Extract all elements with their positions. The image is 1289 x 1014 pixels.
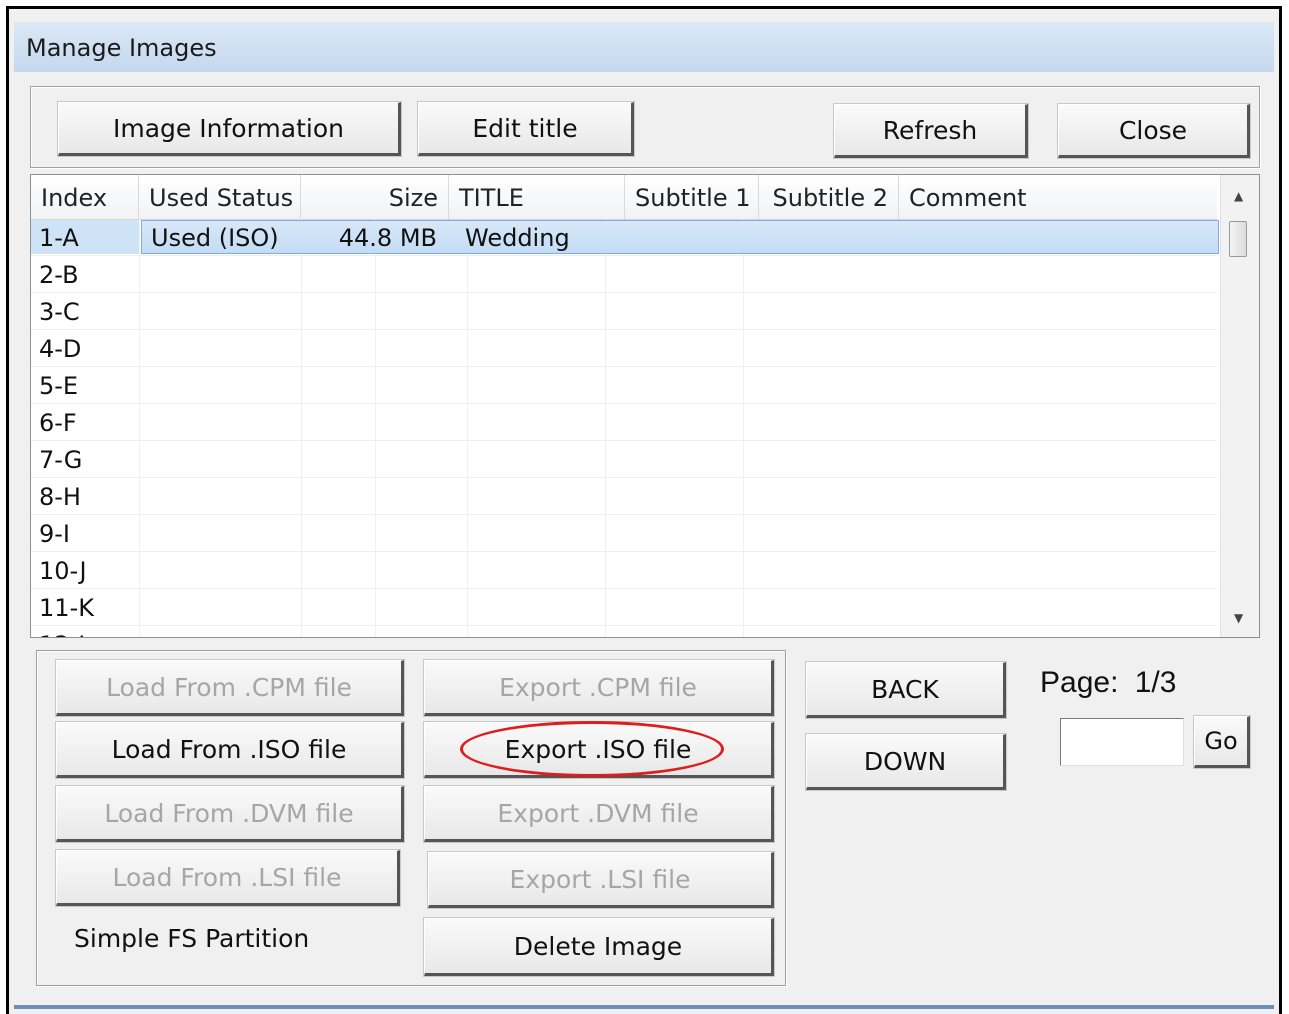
col-used-status[interactable]: Used Status <box>139 175 301 219</box>
table-row[interactable]: 4-D <box>31 330 1217 367</box>
table-row[interactable]: 6-F <box>31 404 1217 441</box>
go-button[interactable]: Go <box>1193 715 1251 769</box>
table-row[interactable]: 11-K <box>31 589 1217 626</box>
cell-size <box>301 404 437 440</box>
cell-size: 44.8 MB <box>338 224 437 252</box>
export-dvm-button[interactable]: Export .DVM file <box>423 785 775 843</box>
cell-size <box>301 626 437 637</box>
refresh-label: Refresh <box>882 115 978 145</box>
back-label: BACK <box>871 674 939 704</box>
partition-label: Simple FS Partition <box>74 924 310 953</box>
cell-index: 4-D <box>39 335 82 363</box>
export-lsi-button[interactable]: Export .LSI file <box>427 851 775 909</box>
refresh-button[interactable]: Refresh <box>833 103 1029 159</box>
cell-index: 12-L <box>39 626 92 637</box>
image-information-button[interactable]: Image Information <box>57 101 402 157</box>
table-row[interactable]: 8-H <box>31 478 1217 515</box>
delete-image-button[interactable]: Delete Image <box>423 917 775 977</box>
export-cpm-label: Export .CPM file <box>499 672 697 702</box>
export-lsi-label: Export .LSI file <box>509 864 691 894</box>
load-iso-label: Load From .ISO file <box>111 734 347 764</box>
cell-index: 11-K <box>39 594 94 622</box>
vertical-scrollbar[interactable]: ▲ ▼ <box>1220 175 1259 637</box>
load-cpm-button[interactable]: Load From .CPM file <box>55 659 405 717</box>
table-row[interactable]: 12-L <box>31 626 1217 637</box>
close-label: Close <box>1118 115 1188 145</box>
col-subtitle-2[interactable]: Subtitle 2 <box>759 175 899 219</box>
cell-size <box>301 552 437 588</box>
cell-size <box>301 589 437 625</box>
col-subtitle-1[interactable]: Subtitle 1 <box>625 175 759 219</box>
cell-size <box>301 515 437 551</box>
col-size[interactable]: Size <box>301 175 449 219</box>
table-row[interactable]: 5-E <box>31 367 1217 404</box>
scroll-up-icon[interactable]: ▲ <box>1234 189 1243 203</box>
down-button[interactable]: DOWN <box>805 733 1007 791</box>
page-number-input[interactable] <box>1060 718 1184 766</box>
export-dvm-label: Export .DVM file <box>497 798 699 828</box>
cell-used-status: Used (ISO) <box>151 224 279 252</box>
table-row[interactable]: 1-A Used (ISO) 44.8 MB Wedding <box>31 219 1219 256</box>
cell-index: 5-E <box>39 372 79 400</box>
page-label: Page: 1/3 <box>1040 666 1176 700</box>
go-label: Go <box>1204 727 1238 755</box>
images-table[interactable]: Index Used Status Size TITLE Subtitle 1 … <box>30 174 1260 638</box>
close-button[interactable]: Close <box>1057 103 1251 159</box>
title-bar: Manage Images <box>14 22 1274 73</box>
edit-title-button[interactable]: Edit title <box>417 101 635 157</box>
cell-size <box>301 441 437 477</box>
cell-size <box>301 293 437 329</box>
table-row[interactable]: 2-B <box>31 256 1217 293</box>
cell-index: 10-J <box>39 557 87 585</box>
load-dvm-button[interactable]: Load From .DVM file <box>55 785 405 843</box>
cell-index: 1-A <box>39 224 79 252</box>
export-iso-label: Export .ISO file <box>504 734 692 764</box>
delete-image-label: Delete Image <box>513 931 683 961</box>
cell-index: 3-C <box>39 298 80 326</box>
table-row[interactable]: 3-C <box>31 293 1217 330</box>
down-label: DOWN <box>863 746 947 776</box>
col-title[interactable]: TITLE <box>449 175 625 219</box>
cell-index: 7-G <box>39 446 83 474</box>
table-row[interactable]: 10-J <box>31 552 1217 589</box>
cell-index: 2-B <box>39 261 79 289</box>
table-header: Index Used Status Size TITLE Subtitle 1 … <box>31 175 1217 220</box>
col-index[interactable]: Index <box>31 175 139 219</box>
cell-index: 8-H <box>39 483 81 511</box>
edit-title-label: Edit title <box>472 113 578 143</box>
cell-index: 6-F <box>39 409 77 437</box>
export-cpm-button[interactable]: Export .CPM file <box>423 659 775 717</box>
scroll-thumb[interactable] <box>1229 221 1247 257</box>
load-lsi-button[interactable]: Load From .LSI file <box>55 849 401 907</box>
scroll-down-icon[interactable]: ▼ <box>1234 611 1243 625</box>
page-value: 1/3 <box>1134 666 1177 699</box>
load-dvm-label: Load From .DVM file <box>104 798 354 828</box>
window-title: Manage Images <box>26 34 217 62</box>
table-body: 1-A Used (ISO) 44.8 MB Wedding 2-B 3-C 4-D 5-E 6… <box>31 219 1219 637</box>
cell-size <box>301 256 437 292</box>
cell-index: 9-I <box>39 520 71 548</box>
load-lsi-label: Load From .LSI file <box>112 862 342 892</box>
col-comment[interactable]: Comment <box>899 175 1217 219</box>
page-label-text: Page: <box>1040 666 1119 699</box>
cell-size <box>301 478 437 514</box>
cell-title: Wedding <box>465 224 570 252</box>
window-bottom-edge <box>14 1005 1274 1009</box>
table-row[interactable]: 7-G <box>31 441 1217 478</box>
cell-size <box>301 330 437 366</box>
load-iso-button[interactable]: Load From .ISO file <box>55 721 405 779</box>
cell-size <box>301 367 437 403</box>
back-button[interactable]: BACK <box>805 661 1007 719</box>
export-iso-button[interactable]: Export .ISO file <box>423 721 775 779</box>
image-information-label: Image Information <box>113 113 344 143</box>
table-row[interactable]: 9-I <box>31 515 1217 552</box>
load-cpm-label: Load From .CPM file <box>106 672 352 702</box>
